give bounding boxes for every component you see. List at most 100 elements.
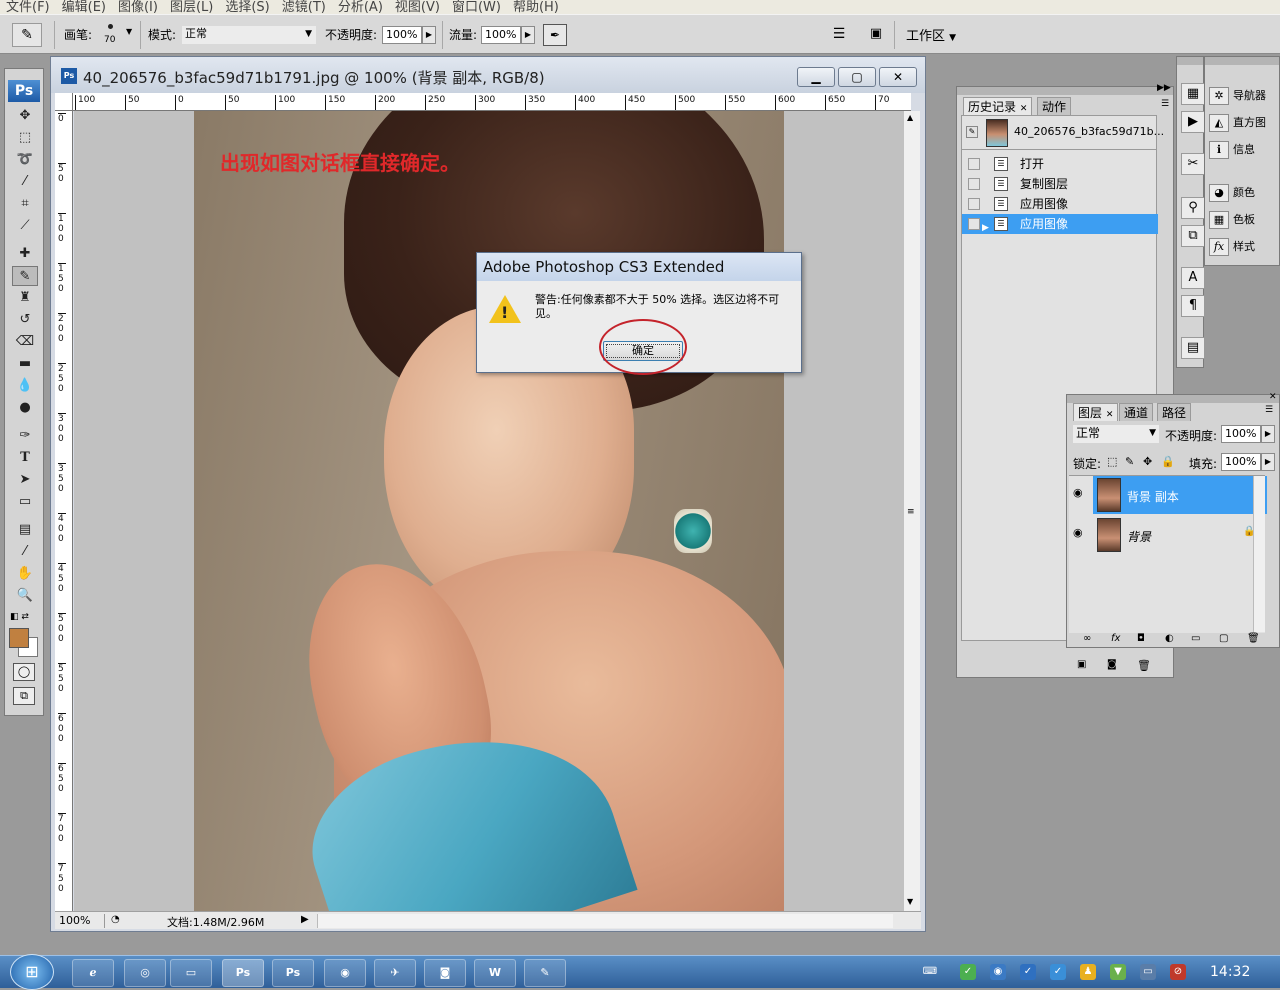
character-dock-icon[interactable]: A: [1181, 267, 1205, 289]
menu-window[interactable]: 窗口(W): [446, 1, 507, 14]
lock-paint-icon[interactable]: ✎: [1125, 455, 1134, 468]
panel-menu-icon[interactable]: ☰: [1265, 405, 1273, 415]
color-dock-item[interactable]: ◕ 颜色: [1209, 182, 1275, 204]
history-source-checkbox[interactable]: [968, 218, 980, 230]
layer-opacity-slider-button[interactable]: ▶: [1261, 425, 1275, 443]
trash-icon[interactable]: 🗑: [1247, 633, 1260, 644]
navigator-dock-item[interactable]: ✲ 导航器: [1209, 85, 1275, 107]
brush-tool-icon[interactable]: ✎: [12, 23, 42, 47]
menu-filter[interactable]: 滤镜(T): [276, 1, 332, 14]
fill-slider-button[interactable]: ▶: [1261, 453, 1275, 471]
styles-dock-item[interactable]: fx 样式: [1209, 236, 1275, 258]
blur-tool-icon[interactable]: 💧: [12, 376, 38, 396]
tab-actions[interactable]: 动作: [1037, 97, 1072, 115]
history-source-checkbox[interactable]: [968, 158, 980, 170]
foreground-color-swatch[interactable]: [9, 628, 29, 648]
dodge-tool-icon[interactable]: ●: [12, 398, 38, 418]
workspace-menu[interactable]: 工作区 ▼: [906, 25, 956, 44]
taskbar-edit-icon[interactable]: ✎: [524, 959, 566, 987]
opacity-input[interactable]: 100%: [382, 26, 422, 44]
move-tool-icon[interactable]: ✥: [12, 106, 38, 126]
quick-mask-icon[interactable]: ◯: [13, 663, 35, 681]
horizontal-ruler[interactable]: 100 50 0 50 100 150 200 250 300 350 400 450 500 550 60…: [73, 93, 911, 111]
taskbar-folder-icon[interactable]: ▭: [170, 959, 212, 987]
swatches-dock-item[interactable]: ▦ 色板: [1209, 209, 1275, 231]
bridge-icon[interactable]: ▣: [864, 25, 888, 43]
start-button[interactable]: ⊞: [10, 954, 54, 990]
scroll-thumb-grip[interactable]: ≡: [907, 507, 915, 517]
palette-well-icon[interactable]: ☰: [830, 25, 848, 43]
history-brush-tool-icon[interactable]: ↺: [12, 310, 38, 330]
tool-presets-dock-icon[interactable]: ✂: [1181, 153, 1205, 175]
menu-file[interactable]: 文件(F): [0, 1, 56, 14]
minimize-button[interactable]: ▁: [797, 67, 835, 87]
taskbar-photoshop-icon[interactable]: Ps: [272, 959, 314, 987]
history-source-checkbox[interactable]: [968, 198, 980, 210]
lock-position-icon[interactable]: ✥: [1143, 455, 1152, 468]
magic-wand-tool-icon[interactable]: ⁄: [12, 172, 38, 192]
zoom-tool-icon[interactable]: 🔍: [12, 586, 38, 606]
lasso-tool-icon[interactable]: ➰: [12, 150, 38, 170]
clone-source-dock-icon[interactable]: ⚲: [1181, 197, 1205, 219]
maximize-button[interactable]: ▢: [838, 67, 876, 87]
qq-icon[interactable]: ♟: [1080, 964, 1096, 980]
tab-history[interactable]: 历史记录 ✕: [963, 97, 1033, 115]
menu-edit[interactable]: 编辑(E): [56, 1, 112, 14]
paragraph-dock-icon[interactable]: ¶: [1181, 295, 1205, 317]
flow-slider-button[interactable]: ▶: [521, 26, 535, 44]
panel-collapse-icon[interactable]: ▶▶: [1157, 83, 1171, 93]
adjustment-layer-icon[interactable]: ◐: [1165, 633, 1174, 644]
dialog-title[interactable]: Adobe Photoshop CS3 Extended: [477, 253, 801, 281]
eyedropper-tool-icon[interactable]: ⁄: [12, 542, 38, 562]
network-globe-icon[interactable]: ◉: [990, 964, 1006, 980]
status-arrow-icon[interactable]: ▶: [301, 914, 309, 925]
status-menu-icon[interactable]: ◔: [111, 914, 120, 925]
history-item-selected[interactable]: ▶ ☰ 应用图像: [962, 214, 1158, 234]
marquee-tool-icon[interactable]: ⬚: [12, 128, 38, 148]
actions-dock-icon[interactable]: ▶: [1181, 111, 1205, 133]
scroll-up-arrow-icon[interactable]: ▲: [907, 113, 913, 122]
zoom-level-field[interactable]: 100%: [59, 914, 105, 928]
layer-row[interactable]: 背景 🔒: [1093, 516, 1267, 554]
vertical-scrollbar[interactable]: ▲ ≡ ▼: [904, 111, 920, 911]
add-mask-icon[interactable]: ◘: [1137, 633, 1145, 644]
layer-comps-dock-icon[interactable]: ⧉: [1181, 225, 1205, 247]
layer-style-fx-icon[interactable]: fx: [1111, 633, 1120, 644]
layers-scrollbar[interactable]: [1253, 476, 1265, 632]
horizontal-scrollbar[interactable]: [317, 914, 893, 928]
gradient-tool-icon[interactable]: ▬: [12, 354, 38, 374]
history-brush-source-icon[interactable]: ✎: [966, 126, 978, 138]
clone-stamp-tool-icon[interactable]: ♜: [12, 288, 38, 308]
slice-tool-icon[interactable]: ⟋: [12, 216, 38, 236]
menu-layer[interactable]: 图层(L): [164, 1, 219, 14]
lock-transparency-icon[interactable]: ⬚: [1107, 455, 1117, 468]
histogram-dock-item[interactable]: ◭ 直方图: [1209, 112, 1275, 134]
new-group-icon[interactable]: ▭: [1191, 633, 1200, 644]
menu-analysis[interactable]: 分析(A): [332, 1, 389, 14]
layer-opacity-input[interactable]: 100%: [1221, 425, 1261, 443]
history-item[interactable]: ☰ 复制图层: [962, 174, 1158, 194]
history-source-checkbox[interactable]: [968, 178, 980, 190]
layer-visibility-eye-icon[interactable]: ◉: [1073, 526, 1083, 539]
flow-input[interactable]: 100%: [481, 26, 521, 44]
taskbar-browser-icon[interactable]: ◉: [324, 959, 366, 987]
close-icon[interactable]: ✕: [1020, 104, 1028, 114]
default-colors-icon[interactable]: ◧ ⇄: [10, 612, 29, 622]
blend-mode-select[interactable]: 正常 ▼: [1073, 425, 1159, 443]
history-item[interactable]: ☰ 应用图像: [962, 194, 1158, 214]
clock[interactable]: 14:32: [1210, 964, 1250, 980]
airbrush-icon[interactable]: ✒: [543, 24, 567, 46]
healing-brush-tool-icon[interactable]: ✚: [12, 244, 38, 264]
volume-muted-icon[interactable]: ⊘: [1170, 964, 1186, 980]
notes-tool-icon[interactable]: ▤: [12, 520, 38, 540]
vertical-ruler[interactable]: 0 50 100 150 200 250 300 350 400 450 500 550 600 650 7…: [55, 111, 73, 911]
menu-image[interactable]: 图像(I): [112, 1, 164, 14]
security-icon[interactable]: ✓: [1020, 964, 1036, 980]
document-title-bar[interactable]: Ps 40_206576_b3fac59d71b1791.jpg @ 100% …: [51, 57, 925, 93]
close-icon[interactable]: ✕: [1269, 392, 1277, 402]
path-selection-tool-icon[interactable]: ➤: [12, 470, 38, 490]
tab-layers[interactable]: 图层 ✕: [1073, 403, 1119, 421]
brush-tool-icon[interactable]: ✎: [12, 266, 38, 286]
brushes-dock-icon[interactable]: ▦: [1181, 83, 1205, 105]
taskbar-photoshop-icon[interactable]: Ps: [222, 959, 264, 987]
